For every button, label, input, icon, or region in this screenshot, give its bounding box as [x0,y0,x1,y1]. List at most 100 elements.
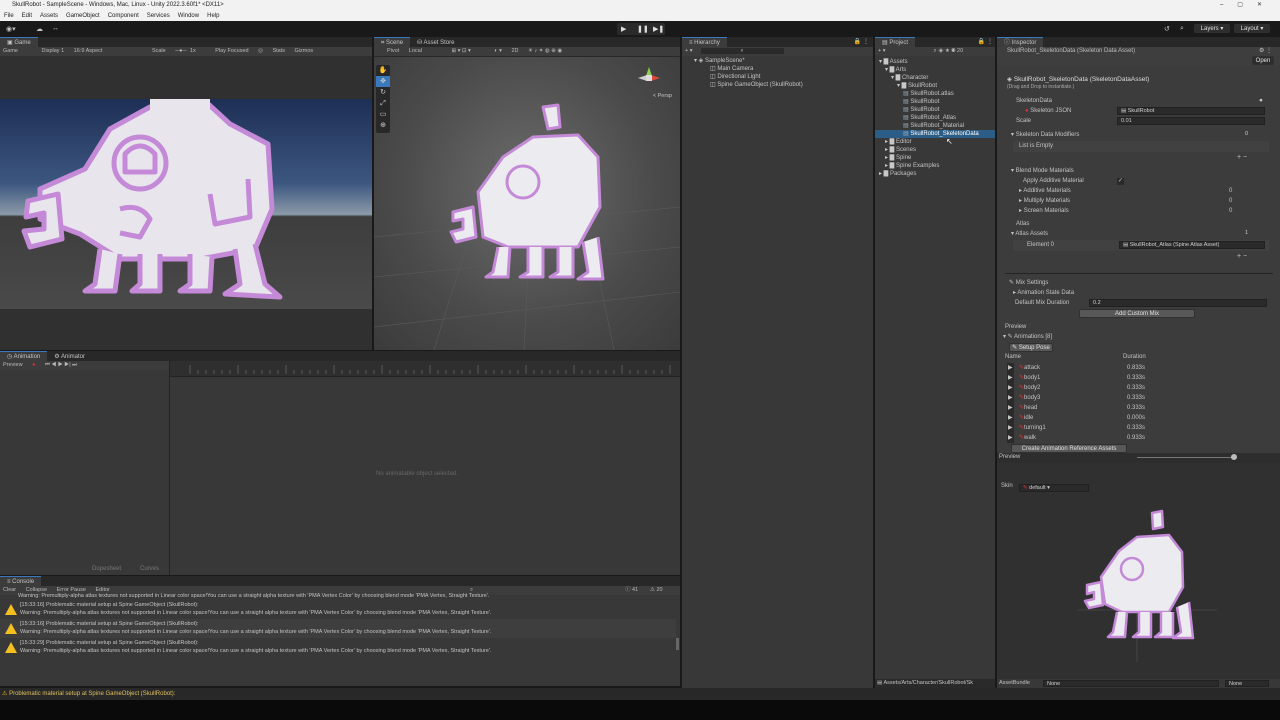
play-focused-dropdown[interactable]: Play Focused [215,48,248,54]
persp-label[interactable]: < Persp [636,93,672,99]
menu-item-gameobject[interactable]: GameObject [66,13,100,19]
atlas-assets-foldout[interactable]: ▾ Atlas Assets [1011,229,1048,239]
anim-state-foldout[interactable]: ▸ Animation State Data [1013,288,1074,298]
project-item[interactable]: ▤ SkullRobot_SkeletonData [875,130,995,138]
menu-item-services[interactable]: Services [147,13,170,19]
rotate-tool-icon[interactable]: ↻ [376,87,390,98]
project-item[interactable]: ▸ ▇ Editor [875,138,995,146]
collab-icon[interactable]: ↔ [52,25,59,32]
modifiers-count[interactable]: 0 [1242,131,1266,139]
hierarchy-menu-icon[interactable]: 🔒 ⋮ [854,37,869,47]
gizmos-button[interactable]: Gizmos [295,48,314,54]
orientation-gizmo[interactable]: < Persp [636,65,672,99]
atlas-add-remove[interactable]: + − [1237,253,1247,260]
skeleton-preview-area[interactable]: Skin ✎ default ▾ [997,463,1280,679]
game-viewport[interactable] [0,98,372,309]
project-item[interactable]: ▤ SkullRobot [875,106,995,114]
project-item[interactable]: ▸ ▇ Packages [875,170,995,178]
animation-row[interactable]: ▶ ✎attack 0.833s [1005,363,1275,373]
hand-tool-icon[interactable]: ✋ [376,65,390,76]
preview-toggle[interactable]: Preview [3,362,23,368]
layout-dropdown[interactable]: Layout ▾ [1234,24,1270,33]
transport-icons[interactable]: ⏮ ◀ ▶ ▶| ⏭ [45,362,77,368]
project-item[interactable]: ▾ ▇ SkullRobot [875,82,995,90]
tab-asset-store[interactable]: ⛁ Asset Store [410,38,461,48]
blend-modes-foldout[interactable]: ▾ Blend Mode Materials [1011,166,1074,176]
default-mix-field[interactable]: 0.2 [1089,299,1267,307]
pause-button[interactable]: ❚❚ [637,25,649,33]
create-reference-assets-button[interactable]: Create Animation Reference Assets [1011,444,1127,453]
mute-icon[interactable]: ◎ [258,48,263,54]
project-add-icon[interactable]: + ▾ [878,48,886,54]
hierarchy-item-light[interactable]: ◫ Directional Light [710,73,873,81]
play-animation-icon[interactable]: ▶ [1007,373,1014,383]
pivot-dropdown[interactable]: Pivot [387,48,399,54]
animation-row[interactable]: ▶ ✎turning1 0.333s [1005,423,1275,433]
play-animation-icon[interactable]: ▶ [1007,423,1014,433]
layers-dropdown[interactable]: Layers ▾ [1194,24,1230,33]
additive-foldout[interactable]: ▸ Additive Materials [1019,186,1071,196]
atlas-count[interactable]: 1 [1242,230,1266,238]
skeleton-data-info-icon[interactable]: ● [1259,97,1263,104]
animation-row[interactable]: ▶ ✎body2 0.333s [1005,383,1275,393]
tab-animator[interactable]: ⚙ Animator [47,352,92,362]
menu-item-assets[interactable]: Assets [40,13,58,19]
rect-tool-icon[interactable]: ▭ [376,109,390,120]
play-animation-icon[interactable]: ▶ [1007,393,1014,403]
console-entry[interactable]: [15:33:16] Problematic material setup at… [0,600,676,619]
tab-project[interactable]: ▤ Project [875,37,916,47]
play-animation-icon[interactable]: ▶ [1007,403,1014,413]
hierarchy-search[interactable]: ⌕ [700,48,784,54]
aspect-dropdown[interactable]: 16:9 Aspect [74,48,103,54]
scale-field[interactable]: 0.01 [1117,117,1265,125]
scene-viewport[interactable]: ✋ ✥ ↻ ⤢ ▭ ⊕ < Persp [373,57,681,351]
transform-tool-icon[interactable]: ⊕ [376,120,390,131]
setup-pose-button[interactable]: ✎ Setup Pose [1009,343,1053,352]
skeleton-json-field[interactable]: ▤ SkullRobot [1117,107,1265,115]
move-tool-icon[interactable]: ✥ [376,76,390,87]
grid-snap-icon[interactable]: ⊞ ▾ ⊡ ▾ [451,48,470,54]
project-menu-icon[interactable]: 🔒 ⋮ [978,37,993,47]
step-button[interactable]: ▶❚ [653,25,664,33]
console-entry[interactable]: [15:33:29] Problematic material setup at… [0,638,676,657]
tab-hierarchy[interactable]: ≡ Hierarchy [682,37,727,47]
inspector-header-icons[interactable]: ⚙ ⋮ [1259,47,1272,54]
hierarchy-item-spine[interactable]: ◫ Spine GameObject (SkullRobot) [710,81,873,89]
menu-item-edit[interactable]: Edit [22,13,32,19]
menu-item-help[interactable]: Help [207,13,219,19]
tab-console[interactable]: ≡ Console [0,576,42,586]
add-icon[interactable]: + ▾ [685,48,693,54]
play-animation-icon[interactable]: ▶ [1007,363,1014,373]
element0-field[interactable]: ▤ SkullRobot_Atlas (Spine Atlas Asset) [1119,241,1265,249]
tab-animation[interactable]: ◷ Animation [0,351,48,361]
scale-slider[interactable]: ─●─ [175,48,186,54]
game-mode-dropdown[interactable]: Game [3,48,18,54]
project-item[interactable]: ▤ SkullRobot_Material [875,122,995,130]
project-item[interactable]: ▸ ▇ Spine Examples [875,162,995,170]
window-controls[interactable]: –▢✕ [1220,0,1276,11]
history-icon[interactable]: ↺ [1164,25,1170,33]
tab-scene[interactable]: ⌗ Scene [374,37,411,47]
local-dropdown[interactable]: Local [409,48,422,54]
play-animation-icon[interactable]: ▶ [1007,433,1014,443]
project-item[interactable]: ▤ SkullRobot_Atlas [875,114,995,122]
variant-dropdown[interactable]: None [1225,680,1269,687]
curves-tab[interactable]: Curves [140,566,159,572]
timeline-ruler[interactable] [170,361,680,377]
animation-row[interactable]: ▶ ✎head 0.333s [1005,403,1275,413]
scene-root[interactable]: ▾ ◈ SampleScene* [694,57,873,65]
account-icon[interactable]: ◉▾ [6,25,16,33]
hierarchy-item-main-camera[interactable]: ◫ Main Camera [710,65,873,73]
status-text[interactable]: Problematic material setup at Spine Game… [9,691,175,697]
open-button[interactable]: Open [1252,56,1274,65]
menu-item-file[interactable]: File [4,13,14,19]
search-icon[interactable]: ⌕ [1180,25,1184,33]
modifiers-foldout[interactable]: ▾ Skeleton Data Modifiers [1011,130,1079,140]
animation-row[interactable]: ▶ ✎body3 0.333s [1005,393,1275,403]
apply-additive-checkbox[interactable]: ✓ [1117,178,1124,185]
console-entry[interactable]: [15:33:16] Problematic material setup at… [0,619,676,638]
project-item[interactable]: ▾ ▇ Arts [875,66,995,74]
project-filter-icons[interactable]: ⌕ ◈ ★ ◉ 20 [934,48,964,54]
animation-row[interactable]: ▶ ✎walk 0.933s [1005,433,1275,443]
modifiers-add-remove[interactable]: + − [1237,154,1247,161]
